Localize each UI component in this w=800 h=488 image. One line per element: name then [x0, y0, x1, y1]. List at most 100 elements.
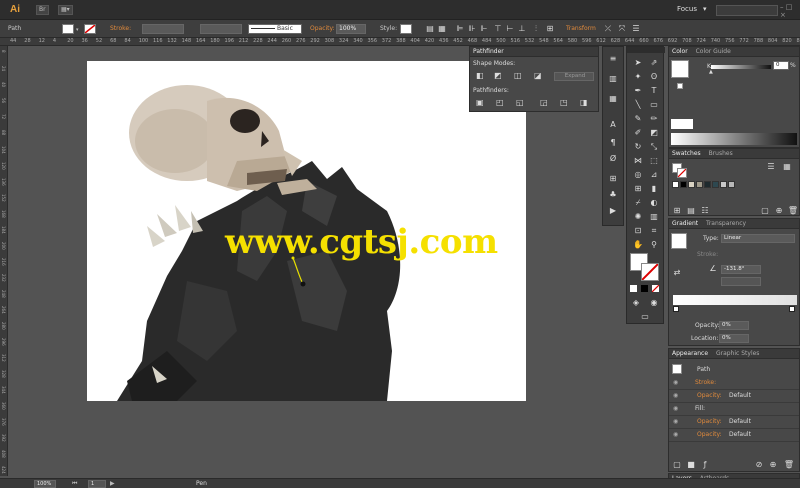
tab-swatches[interactable]: Swatches	[672, 150, 701, 157]
appearance-attr-label[interactable]: Fill:	[695, 403, 705, 415]
distribute-icon[interactable]: ⫶	[530, 23, 542, 35]
appearance-attr-label[interactable]: Opacity:	[697, 390, 722, 402]
unite-icon[interactable]: ◧	[476, 71, 484, 81]
k-value-field[interactable]: 0	[773, 61, 789, 70]
eyedropper-tool-icon[interactable]: ⌿	[632, 197, 644, 209]
color-mode-icon[interactable]	[630, 285, 637, 292]
duplicate-item-icon[interactable]: ⊕	[767, 459, 779, 471]
appearance-attr-label[interactable]: Stroke:	[695, 377, 716, 389]
tab-color[interactable]: Color	[672, 48, 688, 55]
appearance-row[interactable]: ◉ Opacity: Default	[669, 390, 799, 403]
align-middle-icon[interactable]: ⊢	[504, 23, 516, 35]
fill-swatch[interactable]	[62, 24, 74, 34]
pen-anchor-point[interactable]	[300, 281, 306, 287]
reverse-gradient-icon[interactable]: ⇄	[671, 267, 683, 279]
line-segment-tool-icon[interactable]: ╲	[632, 99, 644, 111]
mesh-tool-icon[interactable]: ⊞	[632, 183, 644, 195]
selection-tool-icon[interactable]: ➤	[632, 57, 644, 69]
merge-icon[interactable]: ◱	[516, 98, 524, 108]
tab-color-guide[interactable]: Color Guide	[696, 48, 731, 55]
hand-tool-icon[interactable]: ✋	[632, 239, 644, 251]
angle-field[interactable]: -131.8°	[721, 265, 761, 274]
crop-icon[interactable]: ◲	[540, 98, 548, 108]
opentype-panel-icon[interactable]: Ø	[607, 153, 619, 165]
thumbnail-view-icon[interactable]: ▦	[781, 161, 793, 173]
bridge-button[interactable]: Br	[36, 5, 49, 15]
stroke-weight-field[interactable]	[142, 24, 184, 34]
swatch[interactable]	[704, 181, 711, 188]
zoom-tool-icon[interactable]: ⚲	[648, 239, 660, 251]
add-fill-icon[interactable]: ■	[685, 459, 697, 471]
opacity-label[interactable]: Opacity:	[310, 25, 335, 32]
transform-label[interactable]: Transform	[566, 25, 596, 32]
intersect-icon[interactable]: ◫	[514, 71, 522, 81]
none-mode-icon[interactable]	[651, 284, 660, 293]
gradient-tool-icon[interactable]: ▮	[648, 183, 660, 195]
window-controls[interactable]: – □ ×	[780, 3, 800, 19]
swatch-libraries-icon[interactable]: ⊞	[671, 205, 683, 217]
appearance-row[interactable]: ◉ Stroke:	[669, 377, 799, 390]
aspect-ratio-field[interactable]	[721, 277, 761, 286]
swatch[interactable]	[728, 181, 735, 188]
free-transform-tool-icon[interactable]: ⬚	[648, 155, 660, 167]
isolate-icon[interactable]: ⤫	[602, 23, 614, 35]
draw-mode-icon[interactable]: ◈	[630, 297, 642, 309]
delete-item-icon[interactable]: 🗑	[783, 459, 795, 471]
appearance-row[interactable]: ◉ Opacity: Default	[669, 416, 799, 429]
swatch[interactable]	[688, 181, 695, 188]
artboard-tool-icon[interactable]: ⊡	[632, 225, 644, 237]
eraser-tool-icon[interactable]: ◩	[648, 127, 660, 139]
swatch-options-icon[interactable]: ☷	[699, 205, 711, 217]
align-left-icon[interactable]: ⊫	[454, 23, 466, 35]
tab-graphic-styles[interactable]: Graphic Styles	[716, 350, 759, 357]
k-slider[interactable]	[711, 65, 771, 69]
blend-tool-icon[interactable]: ◐	[648, 197, 660, 209]
rotate-tool-icon[interactable]: ↻	[632, 141, 644, 153]
trim-icon[interactable]: ◰	[496, 98, 504, 108]
tab-brushes[interactable]: Brushes	[709, 150, 733, 157]
swatch[interactable]	[712, 181, 719, 188]
white-swatch[interactable]	[671, 119, 693, 129]
variable-width-profile-dropdown[interactable]	[200, 24, 242, 34]
gradient-mode-icon[interactable]	[641, 285, 648, 292]
paragraph-panel-icon[interactable]: ¶	[607, 137, 619, 149]
preferences-icon[interactable]: ▦	[436, 23, 448, 35]
stroke-panel-icon[interactable]: ≡	[607, 53, 619, 65]
stroke-color-box[interactable]	[641, 263, 659, 281]
grid-icon[interactable]: ⊞	[544, 23, 556, 35]
blob-brush-tool-icon[interactable]: ✐	[632, 127, 644, 139]
swatch[interactable]	[720, 181, 727, 188]
edit-icon[interactable]: ⤧	[616, 23, 628, 35]
expand-button[interactable]: Expand	[554, 72, 594, 81]
visibility-eye-icon[interactable]: ◉	[673, 403, 678, 415]
shape-builder-tool-icon[interactable]: ◎	[632, 169, 644, 181]
direct-selection-tool-icon[interactable]: ⇗	[648, 57, 660, 69]
pathfinder-title[interactable]: Pathfinder	[470, 47, 598, 57]
stroke-swatch[interactable]	[84, 24, 96, 34]
align-top-icon[interactable]: ⊤	[492, 23, 504, 35]
magic-wand-tool-icon[interactable]: ✦	[632, 71, 644, 83]
zoom-field[interactable]: 100%	[34, 480, 56, 488]
add-stroke-icon[interactable]: ▢	[671, 459, 683, 471]
minus-back-icon[interactable]: ◨	[580, 98, 588, 108]
scale-tool-icon[interactable]: ⤡	[648, 141, 660, 153]
fill-dropdown-arrow-icon[interactable]: ▾	[76, 27, 79, 33]
appearance-row[interactable]: ◉ Fill:	[669, 403, 799, 416]
opacity-field[interactable]: 100%	[336, 24, 366, 34]
appearance-attr-label[interactable]: Opacity:	[697, 429, 722, 441]
pen-tool-icon[interactable]: ✒	[632, 85, 644, 97]
tab-gradient[interactable]: Gradient	[672, 220, 698, 227]
gradient-thumbnail[interactable]	[671, 233, 687, 249]
minus-front-icon[interactable]: ◩	[494, 71, 502, 81]
k-slider-thumb-icon[interactable]: ▲	[709, 69, 713, 75]
add-effect-icon[interactable]: ƒ	[699, 459, 711, 471]
current-tool-label[interactable]: Pen	[196, 480, 207, 487]
tab-appearance[interactable]: Appearance	[672, 350, 708, 357]
document-setup-icon[interactable]: ▤	[424, 23, 436, 35]
outline-icon[interactable]: ◳	[560, 98, 568, 108]
pencil-tool-icon[interactable]: ✏	[648, 113, 660, 125]
transform-panel-icon[interactable]: ▦	[607, 93, 619, 105]
swatch[interactable]	[672, 181, 679, 188]
links-panel-icon[interactable]: ⊞	[607, 173, 619, 185]
arrange-documents-button[interactable]: ▦▾	[58, 5, 73, 15]
